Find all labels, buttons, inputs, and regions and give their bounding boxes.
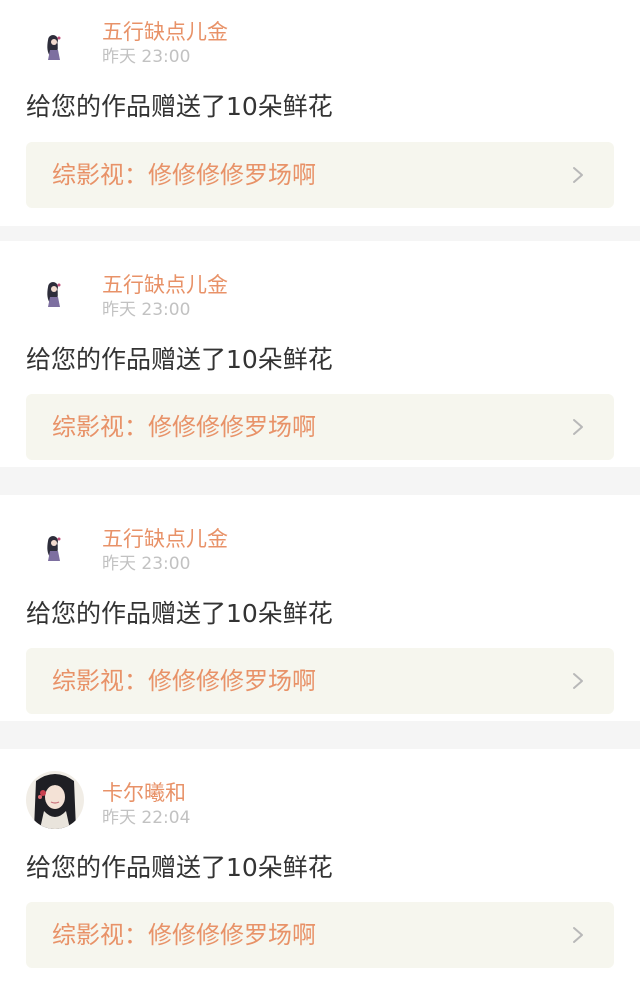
work-link[interactable]: 综影视：修修修修罗场啊	[26, 648, 614, 714]
work-title: 综影视：修修修修罗场啊	[52, 921, 316, 949]
chevron-right-icon	[573, 419, 583, 435]
work-title: 综影视：修修修修罗场啊	[52, 667, 316, 695]
avatar[interactable]	[26, 771, 84, 829]
work-link[interactable]: 综影视：修修修修罗场啊	[26, 902, 614, 968]
avatar[interactable]	[26, 16, 84, 74]
notification-card: 五行缺点儿金 昨天 23:00 给您的作品赠送了10朵鲜花 综影视：修修修修罗场…	[0, 0, 640, 226]
work-title: 综影视：修修修修罗场啊	[52, 413, 316, 441]
notification-card: 五行缺点儿金 昨天 23:00 给您的作品赠送了10朵鲜花 综影视：修修修修罗场…	[0, 495, 640, 721]
avatar[interactable]	[26, 517, 84, 575]
notification-page: 五行缺点儿金 昨天 23:00 给您的作品赠送了10朵鲜花 综影视：修修修修罗场…	[0, 0, 640, 984]
gift-message: 给您的作品赠送了10朵鲜花	[26, 853, 333, 882]
timestamp: 昨天 23:00	[102, 47, 191, 67]
avatar-small-figure-icon	[26, 517, 84, 575]
notification-card: 卡尔曦和 昨天 22:04 给您的作品赠送了10朵鲜花 综影视：修修修修罗场啊	[0, 749, 640, 984]
notification-card: 五行缺点儿金 昨天 23:00 给您的作品赠送了10朵鲜花 综影视：修修修修罗场…	[0, 241, 640, 467]
chevron-right-icon	[573, 673, 583, 689]
avatar-portrait-icon	[26, 771, 84, 829]
avatar-small-figure-icon	[26, 16, 84, 74]
chevron-right-icon	[573, 927, 583, 943]
username[interactable]: 五行缺点儿金	[102, 525, 228, 553]
timestamp: 昨天 23:00	[102, 554, 191, 574]
gift-message: 给您的作品赠送了10朵鲜花	[26, 92, 333, 121]
timestamp: 昨天 23:00	[102, 300, 191, 320]
username[interactable]: 五行缺点儿金	[102, 18, 228, 46]
gift-message: 给您的作品赠送了10朵鲜花	[26, 599, 333, 628]
work-title: 综影视：修修修修罗场啊	[52, 161, 316, 189]
timestamp: 昨天 22:04	[102, 808, 191, 828]
chevron-right-icon	[573, 167, 583, 183]
avatar[interactable]	[26, 263, 84, 321]
work-link[interactable]: 综影视：修修修修罗场啊	[26, 394, 614, 460]
gift-message: 给您的作品赠送了10朵鲜花	[26, 345, 333, 374]
username[interactable]: 卡尔曦和	[102, 779, 186, 807]
work-link[interactable]: 综影视：修修修修罗场啊	[26, 142, 614, 208]
avatar-small-figure-icon	[26, 263, 84, 321]
username[interactable]: 五行缺点儿金	[102, 271, 228, 299]
